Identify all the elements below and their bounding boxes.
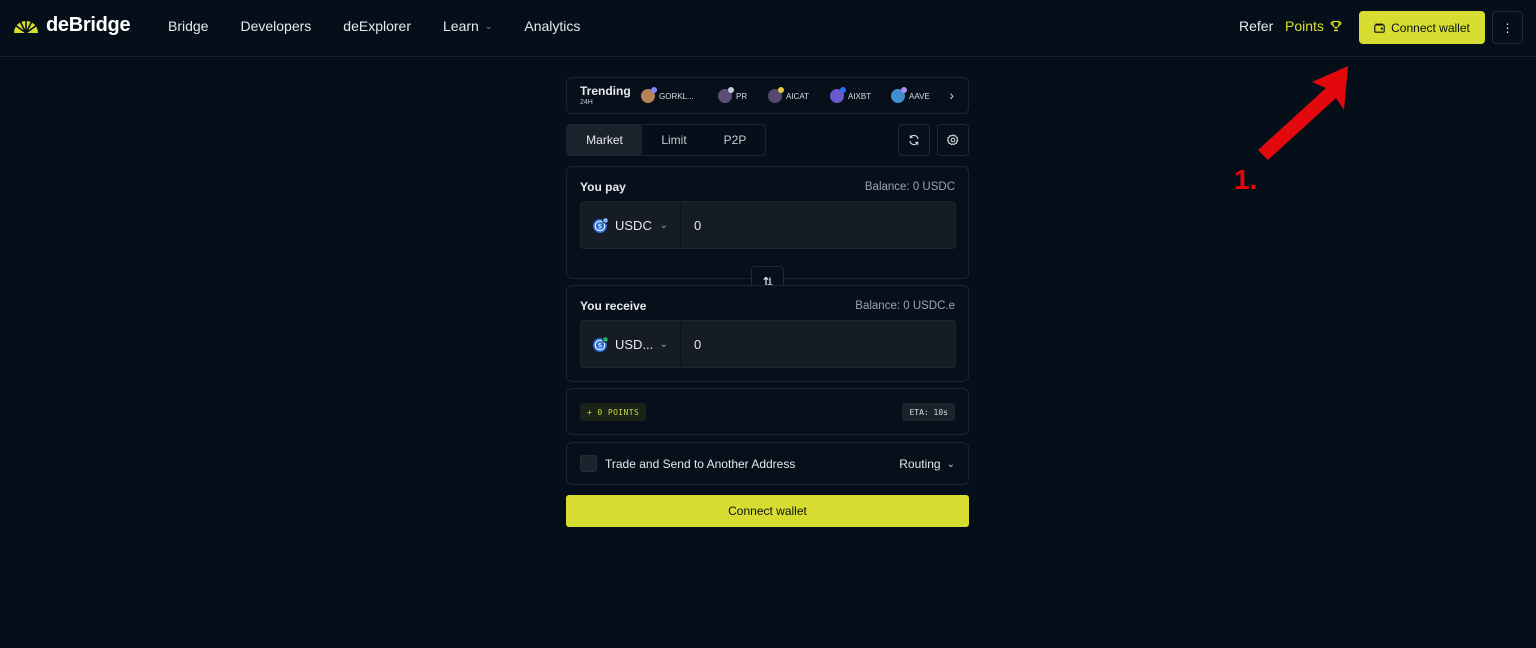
trending-token[interactable]: AIXBT [830,87,872,103]
receive-input-group: $ USD... ⌄ 0 [580,320,956,368]
nav-learn-label: Learn [443,18,479,34]
points-eta-row: + 0 POINTS ETA: 10s [566,388,969,435]
pay-input-group: $ USDC ⌄ 0 [580,201,956,249]
trending-token-symbol: PR [736,91,748,101]
nav-developers[interactable]: Developers [240,18,311,34]
usdce-token-icon: $ [593,335,609,352]
usdc-token-icon: $ [593,216,609,233]
nav-analytics[interactable]: Analytics [524,18,580,34]
chevron-right-icon[interactable]: › [949,87,954,103]
trending-token[interactable]: AAVE [891,87,930,103]
red-arrow-annotation [1258,66,1348,160]
aicat-token-icon [768,87,784,103]
nav-deexplorer-label: deExplorer [343,18,411,34]
routing-label: Routing [899,457,941,471]
wallet-icon [1374,23,1385,33]
receive-token-selector[interactable]: $ USD... ⌄ [581,321,681,367]
more-options-button[interactable]: ⋮ [1492,11,1523,44]
trending-token[interactable]: AICAT [768,87,809,103]
trophy-icon [1330,20,1342,32]
refer-link[interactable]: Refer [1239,18,1273,34]
pay-token-symbol: USDC [615,217,652,233]
points-label: Points [1285,18,1324,34]
nav-deexplorer[interactable]: deExplorer [343,18,411,34]
chevron-down-icon: ⌄ [484,20,493,31]
aixbt-token-icon [830,87,846,103]
trending-period: 24H [580,99,593,106]
nav-developers-label: Developers [240,18,312,34]
settings-button[interactable] [937,124,969,156]
pay-title: You pay [580,180,626,194]
eta-badge: ETA: 10s [902,403,955,421]
nav-analytics-label: Analytics [524,18,581,34]
pay-token-selector[interactable]: $ USDC ⌄ [581,202,681,248]
gear-icon [947,134,959,146]
receive-section: You receive Balance: 0 USDC.e $ USD... ⌄… [566,285,969,382]
aave-token-icon [891,87,907,103]
trending-token-symbol: AIXBT [848,91,872,101]
logo-text: deBridge [46,14,131,36]
receive-token-symbol: USD... [615,336,654,352]
debridge-logo[interactable]: deBridge [12,14,131,37]
tab-limit[interactable]: Limit [642,125,706,155]
nav-bridge[interactable]: Bridge [168,18,208,34]
chevron-down-icon: ⌄ [659,219,668,231]
points-link[interactable]: Points [1285,18,1342,34]
pay-balance: Balance: 0 USDC [864,181,955,193]
send-to-address-row: Trade and Send to Another Address Routin… [566,442,969,485]
send-to-address-label: Trade and Send to Another Address [605,457,796,471]
trending-token-symbol: AAVE [909,91,930,101]
chevron-down-icon: ⌄ [659,338,668,350]
refresh-button[interactable] [898,124,930,156]
trending-token-symbol: AICAT [786,91,809,101]
points-badge: + 0 POINTS [580,403,647,421]
trending-bar: Trending 24H GORKL... PR AICAT AIXBT AAV… [566,77,969,114]
send-to-address-checkbox[interactable] [580,455,597,472]
tab-p2p[interactable]: P2P [706,125,764,155]
pay-section: You pay Balance: 0 USDC $ USDC ⌄ 0 [566,166,969,279]
nav-learn[interactable]: Learn ⌄ [443,18,492,34]
svg-text:$: $ [598,341,602,349]
gorkl-token-icon [641,87,657,103]
svg-text:$: $ [598,222,602,230]
vertical-dots-icon: ⋮ [1501,20,1514,35]
receive-amount-input[interactable]: 0 [681,321,955,367]
connect-wallet-header-label: Connect wallet [1391,20,1470,35]
refresh-icon [909,134,919,146]
tab-market[interactable]: Market [567,125,642,155]
connect-wallet-header-button[interactable]: Connect wallet [1359,11,1485,44]
debridge-sun-icon [14,19,38,34]
routing-toggle[interactable]: Routing ⌄ [899,457,955,471]
pr-token-icon [718,87,734,103]
chevron-down-icon: ⌄ [946,458,955,470]
connect-wallet-button[interactable]: Connect wallet [566,495,969,527]
main-nav: Bridge Developers deExplorer Learn ⌄ Anal… [168,18,580,34]
pay-amount-input[interactable]: 0 [681,202,955,248]
trending-token[interactable]: PR [718,87,748,103]
trending-title: Trending [580,84,631,98]
trending-token-symbol: GORKL... [659,91,694,101]
trending-token[interactable]: GORKL... [641,87,694,103]
top-header: deBridge Bridge Developers deExplorer Le… [0,0,1536,57]
receive-title: You receive [580,299,647,313]
annotation-number: 1. [1234,164,1258,195]
order-type-tabs: Market Limit P2P [566,124,766,156]
receive-balance: Balance: 0 USDC.e [855,300,955,312]
nav-bridge-label: Bridge [168,18,209,34]
